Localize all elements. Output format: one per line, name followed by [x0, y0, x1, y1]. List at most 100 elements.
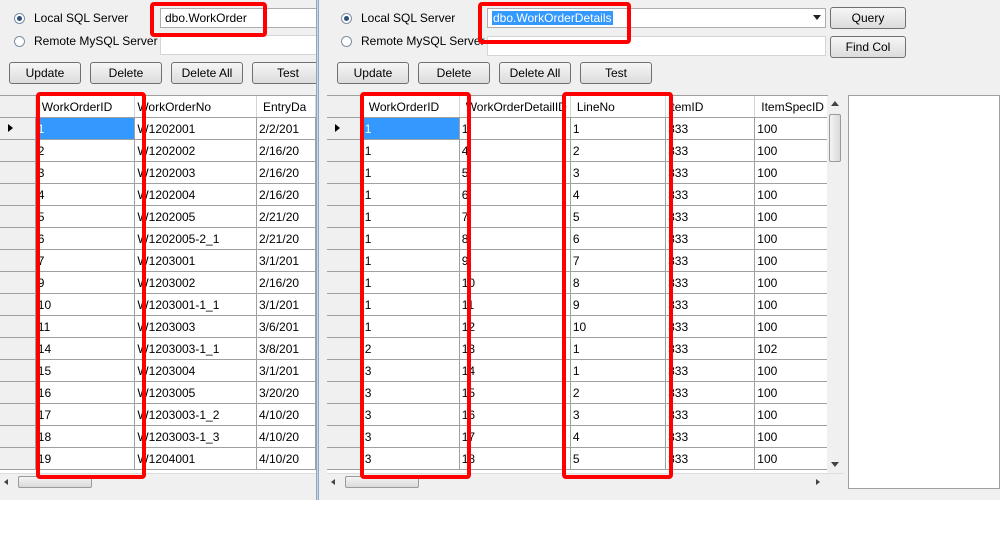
- work-order-details-grid[interactable]: WorkOrderID WorkOrderDetailID LineNo Ite…: [327, 95, 828, 474]
- table-cell[interactable]: 333: [665, 315, 756, 338]
- table-row[interactable]: 3 14 1 333 100: [327, 359, 828, 382]
- table-row[interactable]: 15 W1203004 3/1/201: [0, 359, 316, 382]
- row-header[interactable]: [327, 205, 363, 228]
- remote-connection-input[interactable]: [487, 36, 826, 56]
- table-cell[interactable]: 5: [570, 447, 667, 470]
- row-header[interactable]: [327, 359, 363, 382]
- table-row[interactable]: 5 W1202005 2/21/20: [0, 205, 316, 228]
- table-cell[interactable]: 9: [570, 293, 667, 316]
- table-row[interactable]: 6 W1202005-2_1 2/21/20: [0, 227, 316, 250]
- table-cell[interactable]: 4/10/20: [256, 425, 316, 448]
- table-cell[interactable]: 14: [35, 337, 136, 360]
- table-row[interactable]: 1 12 10 333 100: [327, 315, 828, 338]
- table-cell[interactable]: 2/2/201: [256, 117, 316, 140]
- column-header[interactable]: EntryDa: [256, 96, 316, 118]
- chevron-down-icon[interactable]: [813, 15, 821, 20]
- delete-all-button[interactable]: Delete All: [499, 62, 571, 84]
- update-button[interactable]: Update: [9, 62, 81, 84]
- table-row[interactable]: 9 W1203002 2/16/20: [0, 271, 316, 294]
- table-cell[interactable]: 333: [665, 381, 756, 404]
- table-cell[interactable]: 6: [570, 227, 667, 250]
- row-header[interactable]: [0, 183, 36, 206]
- delete-button[interactable]: Delete: [418, 62, 490, 84]
- table-cell[interactable]: 3: [570, 403, 667, 426]
- table-cell[interactable]: 17: [35, 403, 136, 426]
- table-cell[interactable]: W1203001: [134, 249, 257, 272]
- row-header[interactable]: [327, 117, 363, 140]
- table-row[interactable]: 1 6 4 333 100: [327, 183, 828, 206]
- row-header[interactable]: [0, 359, 36, 382]
- table-row[interactable]: 1 W1202001 2/2/201: [0, 117, 316, 140]
- table-cell[interactable]: 2: [570, 139, 667, 162]
- table-row[interactable]: 1 7 5 333 100: [327, 205, 828, 228]
- table-cell[interactable]: 102: [754, 337, 828, 360]
- table-cell[interactable]: 333: [665, 271, 756, 294]
- table-cell[interactable]: 3/6/201: [256, 315, 316, 338]
- table-cell[interactable]: 100: [754, 271, 828, 294]
- table-cell[interactable]: 3: [362, 359, 460, 382]
- table-cell[interactable]: 1: [362, 117, 460, 140]
- table-cell[interactable]: W1203003-1_3: [134, 425, 257, 448]
- table-row[interactable]: 1 5 3 333 100: [327, 161, 828, 184]
- local-sql-radio[interactable]: Local SQL Server: [341, 11, 455, 25]
- table-row[interactable]: 10 W1203001-1_1 3/1/201: [0, 293, 316, 316]
- row-header[interactable]: [0, 293, 36, 316]
- table-cell[interactable]: 2: [362, 337, 460, 360]
- table-cell[interactable]: 14: [459, 359, 571, 382]
- table-cell[interactable]: 3/20/20: [256, 381, 316, 404]
- row-header[interactable]: [327, 183, 363, 206]
- table-cell[interactable]: 1: [362, 183, 460, 206]
- table-cell[interactable]: 3: [362, 381, 460, 404]
- table-cell[interactable]: 1: [362, 139, 460, 162]
- table-cell[interactable]: 2/16/20: [256, 139, 316, 162]
- table-cell[interactable]: W1202003: [134, 161, 257, 184]
- table-cell[interactable]: 2: [35, 139, 136, 162]
- table-cell[interactable]: 1: [570, 359, 667, 382]
- row-header[interactable]: [327, 425, 363, 448]
- table-cell[interactable]: W1203004: [134, 359, 257, 382]
- table-cell[interactable]: 1: [570, 117, 667, 140]
- row-header[interactable]: [0, 447, 36, 470]
- table-cell[interactable]: 100: [754, 447, 828, 470]
- table-cell[interactable]: 1: [362, 205, 460, 228]
- row-header[interactable]: [327, 293, 363, 316]
- table-cell[interactable]: W1202002: [134, 139, 257, 162]
- table-cell[interactable]: W1202001: [134, 117, 257, 140]
- table-cell[interactable]: 333: [665, 337, 756, 360]
- row-header[interactable]: [0, 117, 36, 140]
- table-row[interactable]: 11 W1203003 3/6/201: [0, 315, 316, 338]
- row-header[interactable]: [0, 271, 36, 294]
- table-row[interactable]: 3 16 3 333 100: [327, 403, 828, 426]
- table-cell[interactable]: 100: [754, 205, 828, 228]
- row-header[interactable]: [327, 403, 363, 426]
- table-cell[interactable]: 17: [459, 425, 571, 448]
- table-cell[interactable]: 4: [570, 425, 667, 448]
- table-cell[interactable]: 3: [362, 425, 460, 448]
- scroll-thumb[interactable]: [829, 114, 841, 162]
- row-header[interactable]: [327, 249, 363, 272]
- table-cell[interactable]: W1203003: [134, 315, 257, 338]
- table-cell[interactable]: 333: [665, 249, 756, 272]
- table-cell[interactable]: 333: [665, 293, 756, 316]
- table-cell[interactable]: 10: [570, 315, 667, 338]
- table-cell[interactable]: 100: [754, 139, 828, 162]
- table-cell[interactable]: 4: [459, 139, 571, 162]
- table-cell[interactable]: 16: [35, 381, 136, 404]
- table-cell[interactable]: 333: [665, 403, 756, 426]
- table-cell[interactable]: 333: [665, 425, 756, 448]
- table-row[interactable]: 1 10 8 333 100: [327, 271, 828, 294]
- table-cell[interactable]: 18: [35, 425, 136, 448]
- table-row[interactable]: 3 15 2 333 100: [327, 381, 828, 404]
- table-row[interactable]: 1 8 6 333 100: [327, 227, 828, 250]
- table-cell[interactable]: 1: [362, 227, 460, 250]
- table-cell[interactable]: 12: [459, 315, 571, 338]
- row-header[interactable]: [327, 227, 363, 250]
- table-cell[interactable]: 1: [35, 117, 136, 140]
- table-cell[interactable]: 4: [35, 183, 136, 206]
- table-cell[interactable]: 8: [459, 227, 571, 250]
- table-cell[interactable]: 10: [459, 271, 571, 294]
- table-cell[interactable]: 2/21/20: [256, 227, 316, 250]
- table-cell[interactable]: 6: [35, 227, 136, 250]
- table-cell[interactable]: 9: [459, 249, 571, 272]
- table-cell[interactable]: 2/16/20: [256, 161, 316, 184]
